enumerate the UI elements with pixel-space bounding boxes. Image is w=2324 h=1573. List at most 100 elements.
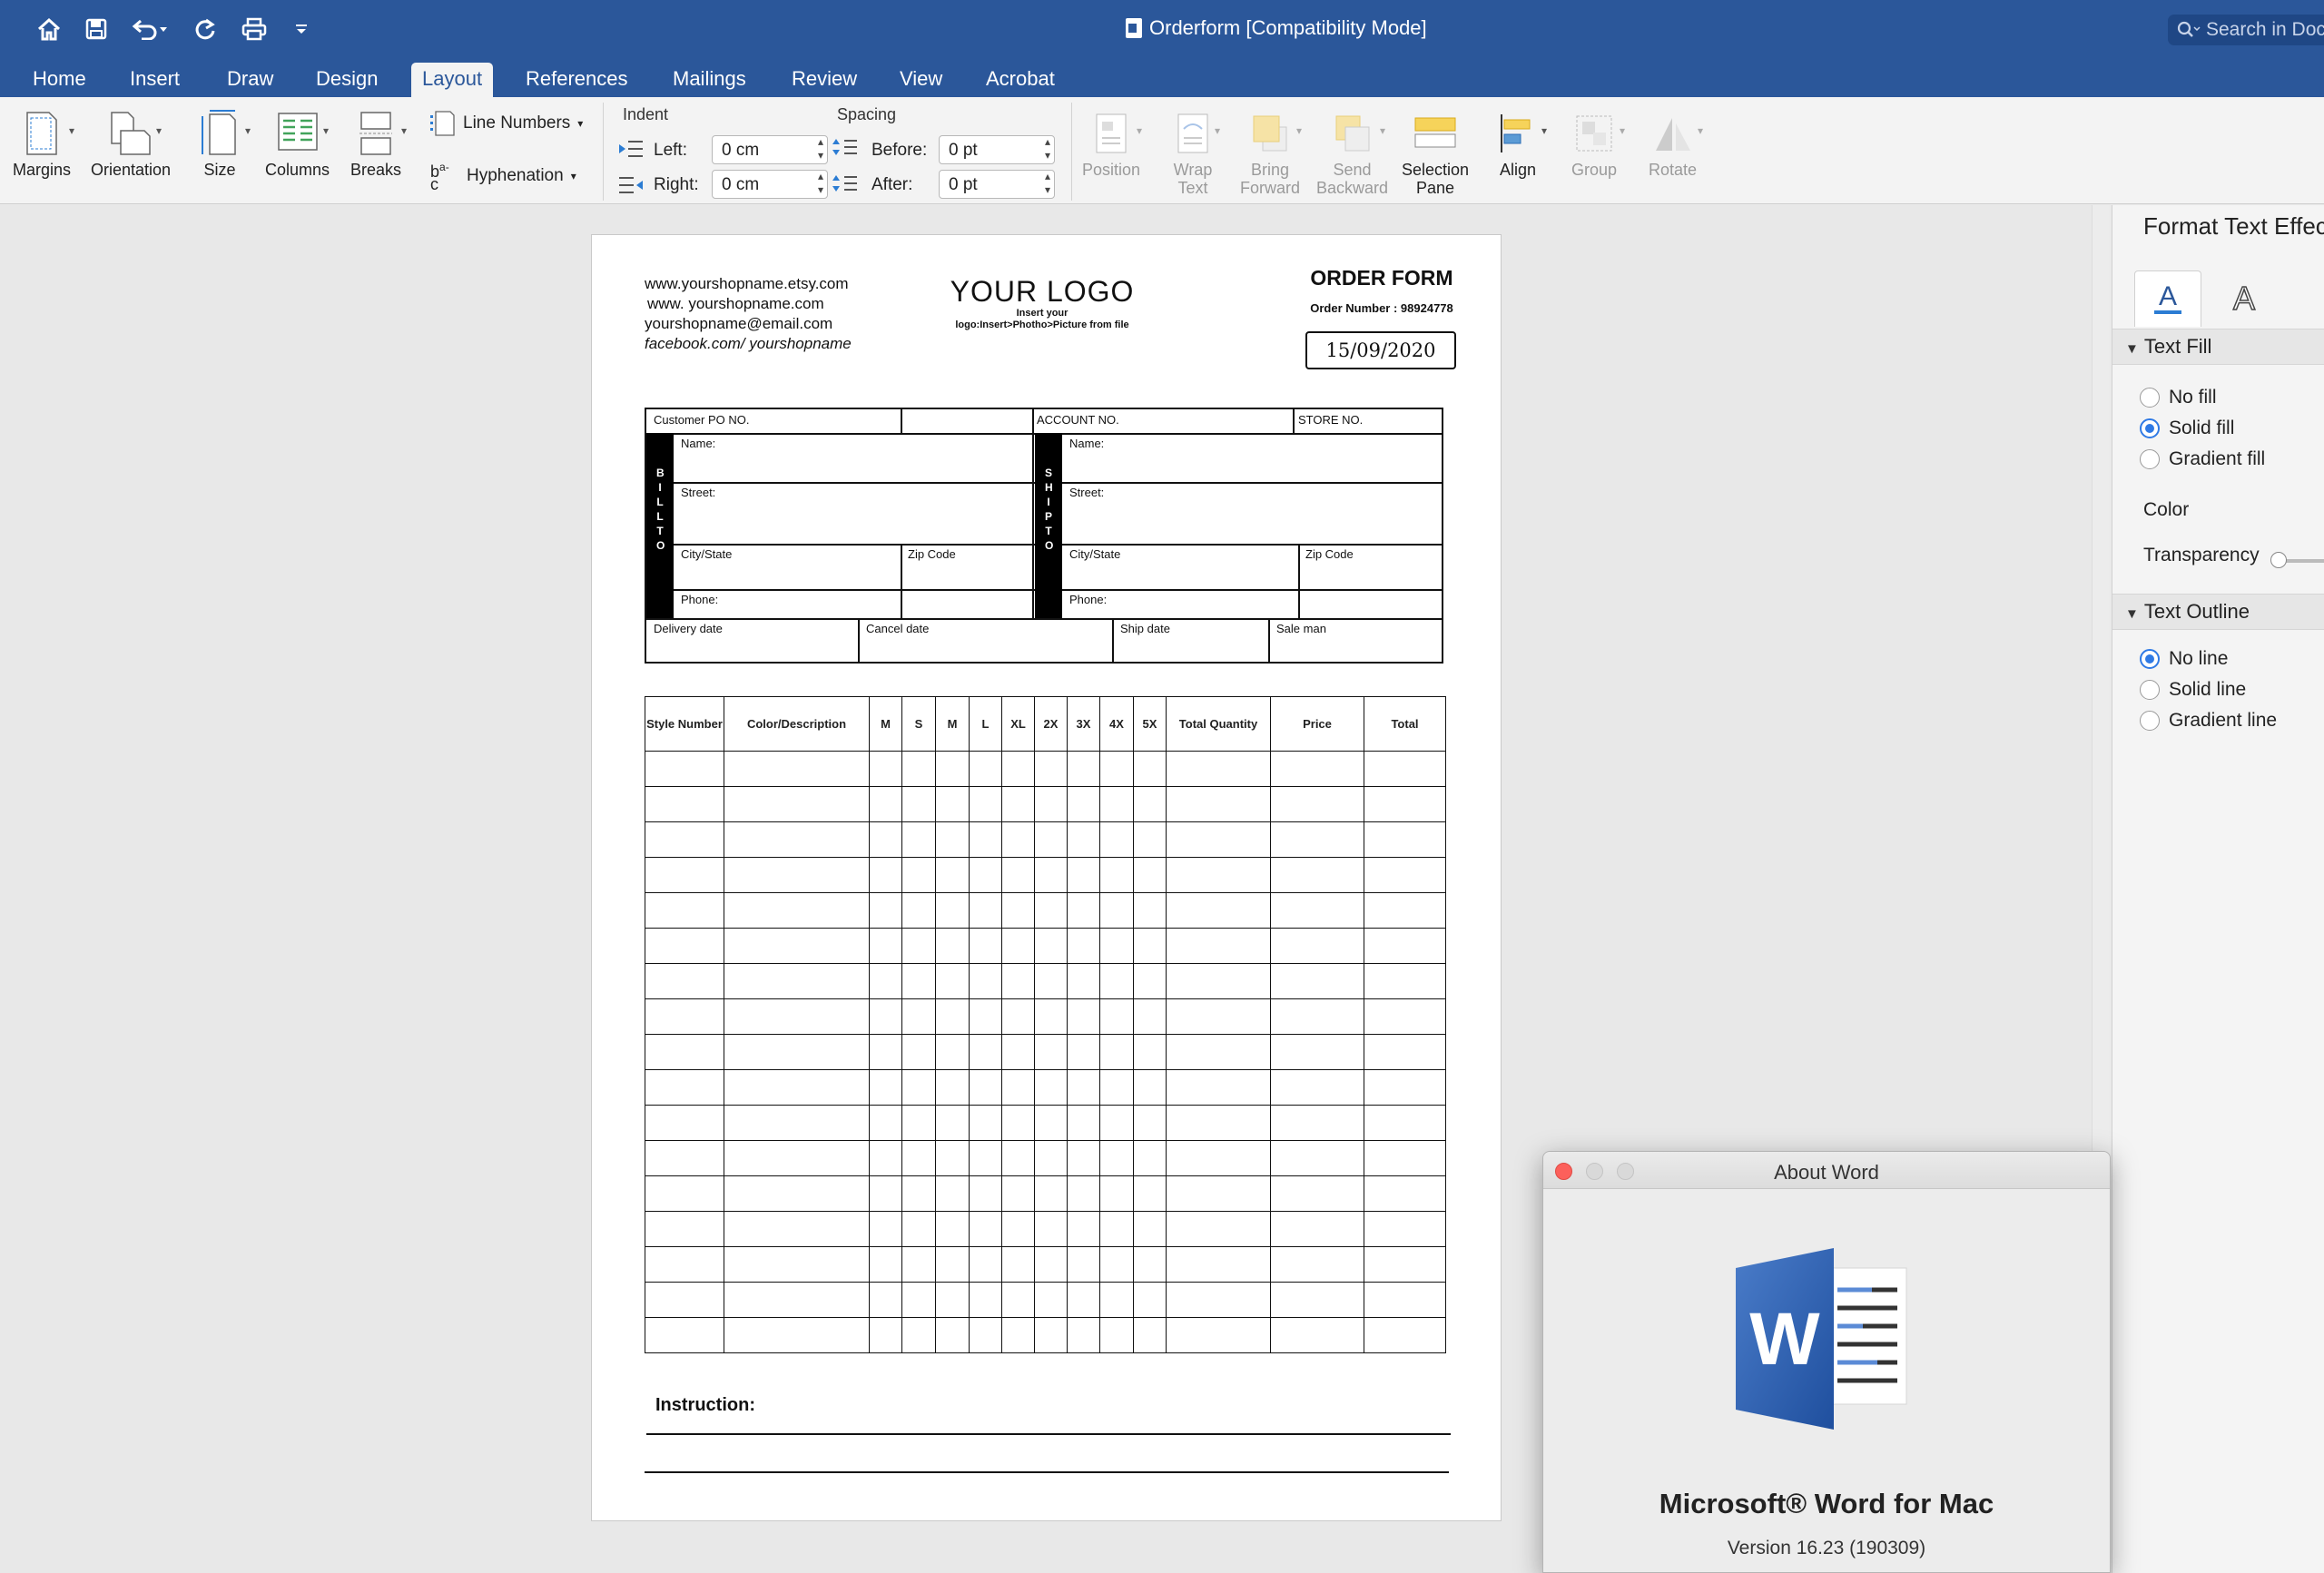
table-cell[interactable] (901, 1034, 936, 1070)
redo-icon[interactable] (189, 13, 222, 45)
table-cell[interactable] (1067, 1140, 1100, 1176)
table-cell[interactable] (935, 1175, 970, 1212)
rotate-button[interactable]: Rotate (1649, 106, 1697, 179)
table-cell[interactable] (724, 1140, 870, 1176)
table-cell[interactable] (901, 821, 936, 858)
table-cell[interactable] (1034, 751, 1068, 787)
table-cell[interactable] (1364, 821, 1446, 858)
table-cell[interactable] (1270, 1105, 1364, 1141)
table-cell[interactable] (869, 1175, 902, 1212)
tab-view[interactable]: View (889, 63, 953, 97)
radio-gradient-fill[interactable] (2140, 449, 2160, 469)
search-input[interactable]: Search in Doc (2168, 15, 2324, 45)
rotate-dropdown-icon[interactable]: ▾ (1698, 124, 1703, 137)
hyphenation-button[interactable]: ba-c Hyphenation ▾ (430, 161, 576, 192)
table-cell[interactable] (1099, 1034, 1134, 1070)
table-cell[interactable] (1133, 1034, 1167, 1070)
table-cell[interactable] (1166, 963, 1271, 999)
table-cell[interactable] (901, 892, 936, 929)
table-cell[interactable] (645, 963, 724, 999)
table-cell[interactable] (1099, 1069, 1134, 1106)
table-cell[interactable] (1034, 963, 1068, 999)
tab-draw[interactable]: Draw (216, 63, 284, 97)
table-cell[interactable] (969, 1140, 1002, 1176)
table-cell[interactable] (1001, 1069, 1035, 1106)
table-cell[interactable] (1034, 786, 1068, 822)
tab-design[interactable]: Design (305, 63, 389, 97)
table-cell[interactable] (724, 1069, 870, 1106)
table-cell[interactable] (1034, 1211, 1068, 1247)
table-cell[interactable] (869, 1246, 902, 1283)
table-cell[interactable] (1001, 1140, 1035, 1176)
table-cell[interactable] (935, 1105, 970, 1141)
table-cell[interactable] (869, 857, 902, 893)
table-cell[interactable] (935, 1211, 970, 1247)
table-cell[interactable] (1099, 1246, 1134, 1283)
save-icon[interactable] (80, 13, 113, 45)
table-cell[interactable] (1001, 928, 1035, 964)
about-title-bar[interactable]: About Word (1543, 1152, 2110, 1189)
tab-layout[interactable]: Layout (411, 63, 494, 97)
table-cell[interactable] (869, 928, 902, 964)
table-cell[interactable] (1099, 963, 1134, 999)
table-cell[interactable] (1001, 786, 1035, 822)
send-backward-dropdown-icon[interactable]: ▾ (1380, 124, 1385, 137)
table-cell[interactable] (935, 857, 970, 893)
table-cell[interactable] (1270, 1282, 1364, 1318)
table-cell[interactable] (901, 1211, 936, 1247)
table-cell[interactable] (1133, 751, 1167, 787)
table-cell[interactable] (724, 1034, 870, 1070)
table-cell[interactable] (1270, 1140, 1364, 1176)
table-cell[interactable] (1099, 1105, 1134, 1141)
table-cell[interactable] (1133, 928, 1167, 964)
table-cell[interactable] (1270, 892, 1364, 929)
selection-pane-button[interactable]: Selection Pane (1402, 106, 1469, 197)
margins-dropdown-icon[interactable]: ▾ (69, 124, 74, 137)
table-cell[interactable] (869, 1317, 902, 1353)
spacing-before-input[interactable]: 0 pt (939, 135, 1055, 164)
table-cell[interactable] (1034, 1282, 1068, 1318)
table-cell[interactable] (1133, 786, 1167, 822)
table-cell[interactable] (1133, 1105, 1167, 1141)
table-cell[interactable] (724, 928, 870, 964)
table-cell[interactable] (1133, 1140, 1167, 1176)
table-cell[interactable] (1067, 1246, 1100, 1283)
table-cell[interactable] (935, 998, 970, 1035)
table-cell[interactable] (1001, 1246, 1035, 1283)
table-cell[interactable] (869, 821, 902, 858)
table-cell[interactable] (1099, 1211, 1134, 1247)
table-cell[interactable] (724, 1246, 870, 1283)
table-cell[interactable] (1067, 1282, 1100, 1318)
table-cell[interactable] (901, 1140, 936, 1176)
send-backward-button[interactable]: Send Backward (1316, 106, 1388, 197)
orientation-dropdown-icon[interactable]: ▾ (156, 124, 162, 137)
table-cell[interactable] (1001, 1175, 1035, 1212)
table-cell[interactable] (1099, 892, 1134, 929)
table-cell[interactable] (869, 1282, 902, 1318)
table-cell[interactable] (1067, 786, 1100, 822)
table-cell[interactable] (1067, 1069, 1100, 1106)
table-cell[interactable] (935, 1140, 970, 1176)
table-cell[interactable] (724, 751, 870, 787)
table-cell[interactable] (869, 1105, 902, 1141)
tab-mailings[interactable]: Mailings (662, 63, 757, 97)
table-cell[interactable] (645, 786, 724, 822)
columns-button[interactable]: Columns (265, 106, 330, 179)
table-cell[interactable] (1001, 998, 1035, 1035)
table-cell[interactable] (1067, 1317, 1100, 1353)
table-cell[interactable] (1364, 1211, 1446, 1247)
radio-solid-line[interactable] (2140, 680, 2160, 700)
table-cell[interactable] (1067, 1211, 1100, 1247)
table-cell[interactable] (1166, 1105, 1271, 1141)
indent-left-input[interactable]: 0 cm (712, 135, 828, 164)
breaks-button[interactable]: Breaks (350, 106, 401, 179)
table-cell[interactable] (1364, 1175, 1446, 1212)
table-cell[interactable] (645, 1140, 724, 1176)
table-cell[interactable] (1067, 892, 1100, 929)
table-cell[interactable] (645, 998, 724, 1035)
table-cell[interactable] (1034, 928, 1068, 964)
table-cell[interactable] (869, 1140, 902, 1176)
tab-insert[interactable]: Insert (119, 63, 191, 97)
table-cell[interactable] (1133, 1175, 1167, 1212)
table-cell[interactable] (1270, 751, 1364, 787)
